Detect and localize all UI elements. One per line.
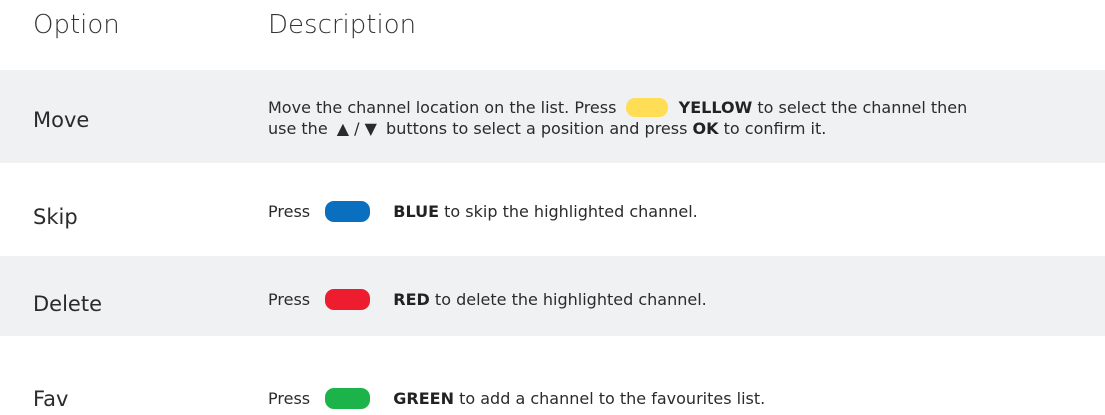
description-fav: Press GREEN to add a channel to the favo… xyxy=(268,388,766,409)
table-row-move: Move Move the channel location on the li… xyxy=(0,70,1105,163)
yellow-button-icon xyxy=(625,98,668,117)
description-skip: Press BLUE to skip the highlighted chann… xyxy=(268,201,698,222)
option-fav: Fav xyxy=(33,387,69,411)
description-column-header: Description xyxy=(268,10,417,40)
option-move: Move xyxy=(33,108,90,132)
red-button-icon xyxy=(325,289,371,310)
green-button-icon xyxy=(325,388,371,409)
table-row-skip: Skip Press BLUE to skip the highlighted … xyxy=(0,163,1105,256)
up-down-arrow-icon: ▲ / ▼ xyxy=(336,119,377,138)
key-green: GREEN xyxy=(393,389,454,408)
option-column-header: Option xyxy=(33,10,120,40)
table-header: Option Description xyxy=(0,0,1105,58)
description-move: Move the channel location on the list. P… xyxy=(268,97,967,139)
key-ok: OK xyxy=(692,119,719,138)
key-red: RED xyxy=(393,290,430,309)
key-yellow: YELLOW xyxy=(678,98,753,117)
description-move-line2: use the ▲ / ▼ buttons to select a positi… xyxy=(268,119,827,138)
option-delete: Delete xyxy=(33,292,102,316)
table-row-fav: Fav Press GREEN to add a channel to the … xyxy=(0,336,1105,415)
description-move-line1: Move the channel location on the list. P… xyxy=(268,98,968,117)
table-row-delete: Delete Press RED to delete the highlight… xyxy=(0,256,1105,336)
key-blue: BLUE xyxy=(393,202,440,221)
description-delete: Press RED to delete the highlighted chan… xyxy=(268,289,707,310)
option-skip: Skip xyxy=(33,205,78,229)
blue-button-icon xyxy=(325,201,371,222)
